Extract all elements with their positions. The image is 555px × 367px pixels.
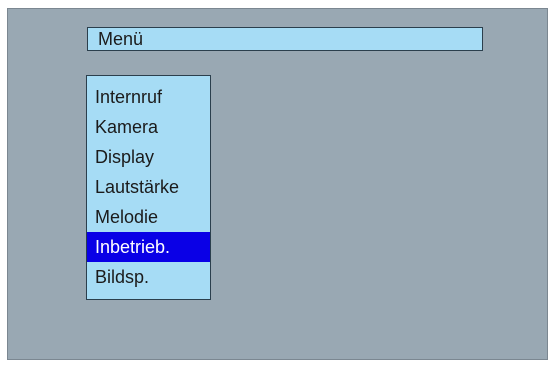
menu-item-kamera[interactable]: Kamera (87, 112, 210, 142)
menu-list: Internruf Kamera Display Lautstärke Melo… (86, 75, 211, 300)
menu-item-lautstaerke[interactable]: Lautstärke (87, 172, 210, 202)
menu-item-inbetrieb[interactable]: Inbetrieb. (87, 232, 210, 262)
menu-item-bildsp[interactable]: Bildsp. (87, 262, 210, 292)
menu-title-bar: Menü (87, 27, 483, 51)
display-screen: Menü Internruf Kamera Display Lautstärke… (7, 8, 548, 360)
menu-item-display[interactable]: Display (87, 142, 210, 172)
menu-item-internruf[interactable]: Internruf (87, 82, 210, 112)
menu-title: Menü (98, 29, 144, 49)
menu-item-melodie[interactable]: Melodie (87, 202, 210, 232)
